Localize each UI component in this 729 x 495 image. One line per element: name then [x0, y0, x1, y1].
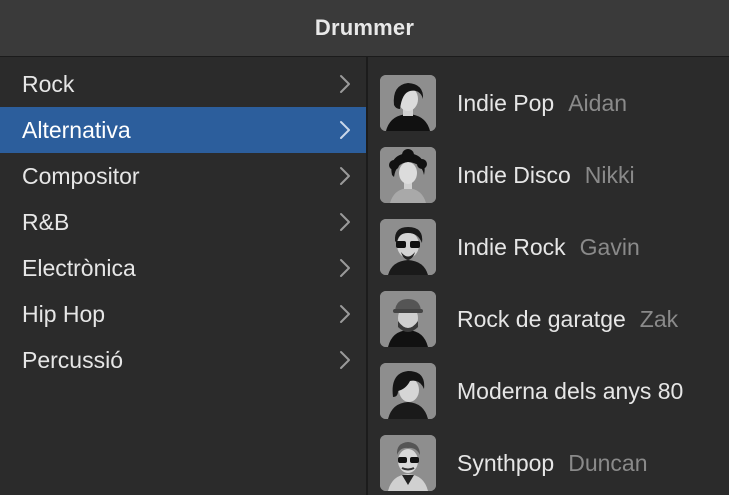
genre-item-alternativa[interactable]: Alternativa	[0, 107, 366, 153]
genre-list: Rock Alternativa Compositor R&B Electròn…	[0, 57, 366, 383]
drummer-zak-icon	[380, 291, 436, 347]
drummer-name: Gavin	[579, 233, 640, 260]
chevron-right-icon	[340, 351, 350, 369]
drummer-style: Synthpop	[457, 449, 555, 476]
genre-pane: Rock Alternativa Compositor R&B Electròn…	[0, 57, 366, 495]
drummer-name: Zak	[639, 305, 679, 332]
chevron-right-icon	[340, 75, 350, 93]
genre-label: Compositor	[22, 162, 140, 189]
genre-item-rnb[interactable]: R&B	[0, 199, 366, 245]
drummer-style: Indie Rock	[457, 233, 566, 260]
drummer-style: Moderna dels anys 80	[457, 377, 684, 404]
chevron-right-icon	[340, 213, 350, 231]
drummer-gavin-icon	[380, 219, 436, 275]
genre-label: R&B	[22, 208, 70, 235]
genre-label: Rock	[22, 70, 75, 97]
drummer-style: Rock de garatge	[457, 305, 626, 332]
drummer-pane: Indie Pop Aidan Indie Disco Nikki Indie …	[368, 57, 729, 495]
drummer-nikki-icon	[380, 147, 436, 203]
genre-item-compositor[interactable]: Compositor	[0, 153, 366, 199]
genre-label: Alternativa	[22, 116, 131, 143]
drummer-name: Nikki	[584, 161, 635, 188]
genre-item-rock[interactable]: Rock	[0, 61, 366, 107]
window-header: Drummer	[0, 0, 729, 57]
drummer-list: Indie Pop Aidan Indie Disco Nikki Indie …	[368, 57, 729, 495]
chevron-right-icon	[340, 167, 350, 185]
genre-item-electronica[interactable]: Electrònica	[0, 245, 366, 291]
drummer-name: Duncan	[568, 449, 648, 476]
drummer-window: Drummer Rock Alternativa Compositor R&B …	[0, 0, 729, 495]
drummer-item-zak[interactable]: Rock de garatge Zak	[368, 283, 729, 355]
genre-label: Electrònica	[22, 254, 136, 281]
drummer-name: Aidan	[568, 89, 628, 116]
drummer-item-duncan[interactable]: Synthpop Duncan	[368, 427, 729, 495]
drummer-aidan-icon	[380, 75, 436, 131]
window-title: Drummer	[314, 15, 415, 40]
drummer-item-nikki[interactable]: Indie Disco Nikki	[368, 139, 729, 211]
drummer-style: Indie Pop	[457, 89, 555, 116]
chevron-right-icon	[340, 305, 350, 323]
drummer-duncan-icon	[380, 435, 436, 491]
genre-label: Hip Hop	[22, 300, 106, 327]
genre-item-percussio[interactable]: Percussió	[0, 337, 366, 383]
chevron-right-icon	[340, 259, 350, 277]
drummer-style: Indie Disco	[457, 161, 571, 188]
chevron-right-icon	[340, 121, 350, 139]
genre-item-hip-hop[interactable]: Hip Hop	[0, 291, 366, 337]
drummer-item-80s[interactable]: Moderna dels anys 80	[368, 355, 729, 427]
drummer-item-aidan[interactable]: Indie Pop Aidan	[368, 67, 729, 139]
drummer-item-gavin[interactable]: Indie Rock Gavin	[368, 211, 729, 283]
genre-label: Percussió	[22, 346, 123, 373]
drummer-avatar-icon	[380, 363, 436, 419]
